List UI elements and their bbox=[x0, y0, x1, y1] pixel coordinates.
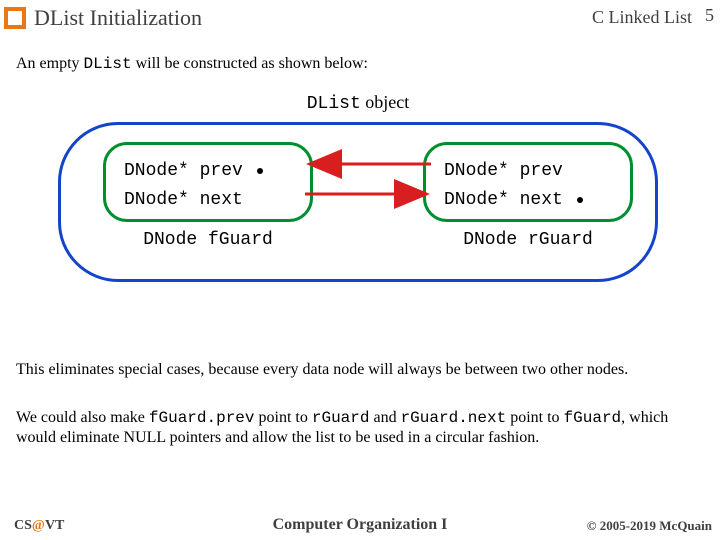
intro-post: will be constructed as shown below: bbox=[132, 55, 368, 72]
rguard-label: DNode rGuard bbox=[423, 230, 633, 250]
fguard-prev-text: DNode* prev bbox=[124, 157, 243, 186]
title-marker-icon bbox=[4, 7, 26, 29]
p2-c1: fGuard.prev bbox=[149, 409, 255, 427]
rguard-next-row: DNode* next bbox=[444, 186, 612, 215]
fguard-label: DNode fGuard bbox=[103, 230, 313, 250]
fguard-next-text: DNode* next bbox=[124, 186, 243, 215]
null-dot-icon bbox=[257, 168, 263, 174]
p2-c3: rGuard.next bbox=[401, 409, 507, 427]
p2-a: We could also make bbox=[16, 409, 149, 426]
intro-sentence: An empty DList will be constructed as sh… bbox=[16, 55, 704, 73]
rguard-prev-row: DNode* prev bbox=[444, 157, 612, 186]
diagram-title: DList object bbox=[28, 92, 688, 114]
slide-title: DList Initialization bbox=[34, 5, 202, 31]
p2-b: point to bbox=[255, 409, 312, 426]
intro-code: DList bbox=[84, 55, 132, 73]
footer: CS@VT Computer Organization I © 2005-201… bbox=[0, 514, 720, 534]
p2-d: point to bbox=[506, 409, 563, 426]
fguard-prev-row: DNode* prev bbox=[124, 157, 292, 186]
node-fguard: DNode* prev DNode* next bbox=[103, 142, 313, 222]
p2-c2: rGuard bbox=[312, 409, 370, 427]
p2-c4: fGuard bbox=[564, 409, 622, 427]
paragraph-2: We could also make fGuard.prev point to … bbox=[16, 408, 704, 448]
pointer-arrows bbox=[303, 142, 433, 222]
page-number: 5 bbox=[705, 5, 714, 26]
diagram-title-rest: object bbox=[361, 92, 409, 112]
title-bar: DList Initialization C Linked List 5 bbox=[0, 3, 720, 33]
diagram: DList object DNode* prev DNode* next DNo… bbox=[28, 92, 688, 292]
slide: DList Initialization C Linked List 5 An … bbox=[0, 0, 720, 540]
p2-c: and bbox=[369, 409, 400, 426]
course-name: C Linked List bbox=[592, 7, 692, 28]
null-dot-icon bbox=[577, 197, 583, 203]
rguard-next-text: DNode* next bbox=[444, 186, 563, 215]
diagram-title-code: DList bbox=[307, 94, 361, 114]
paragraph-1: This eliminates special cases, because e… bbox=[16, 360, 704, 380]
footer-copyright: © 2005-2019 McQuain bbox=[587, 518, 712, 534]
node-rguard: DNode* prev DNode* next bbox=[423, 142, 633, 222]
fguard-next-row: DNode* next bbox=[124, 186, 292, 215]
intro-pre: An empty bbox=[16, 55, 84, 72]
rguard-prev-text: DNode* prev bbox=[444, 157, 563, 186]
